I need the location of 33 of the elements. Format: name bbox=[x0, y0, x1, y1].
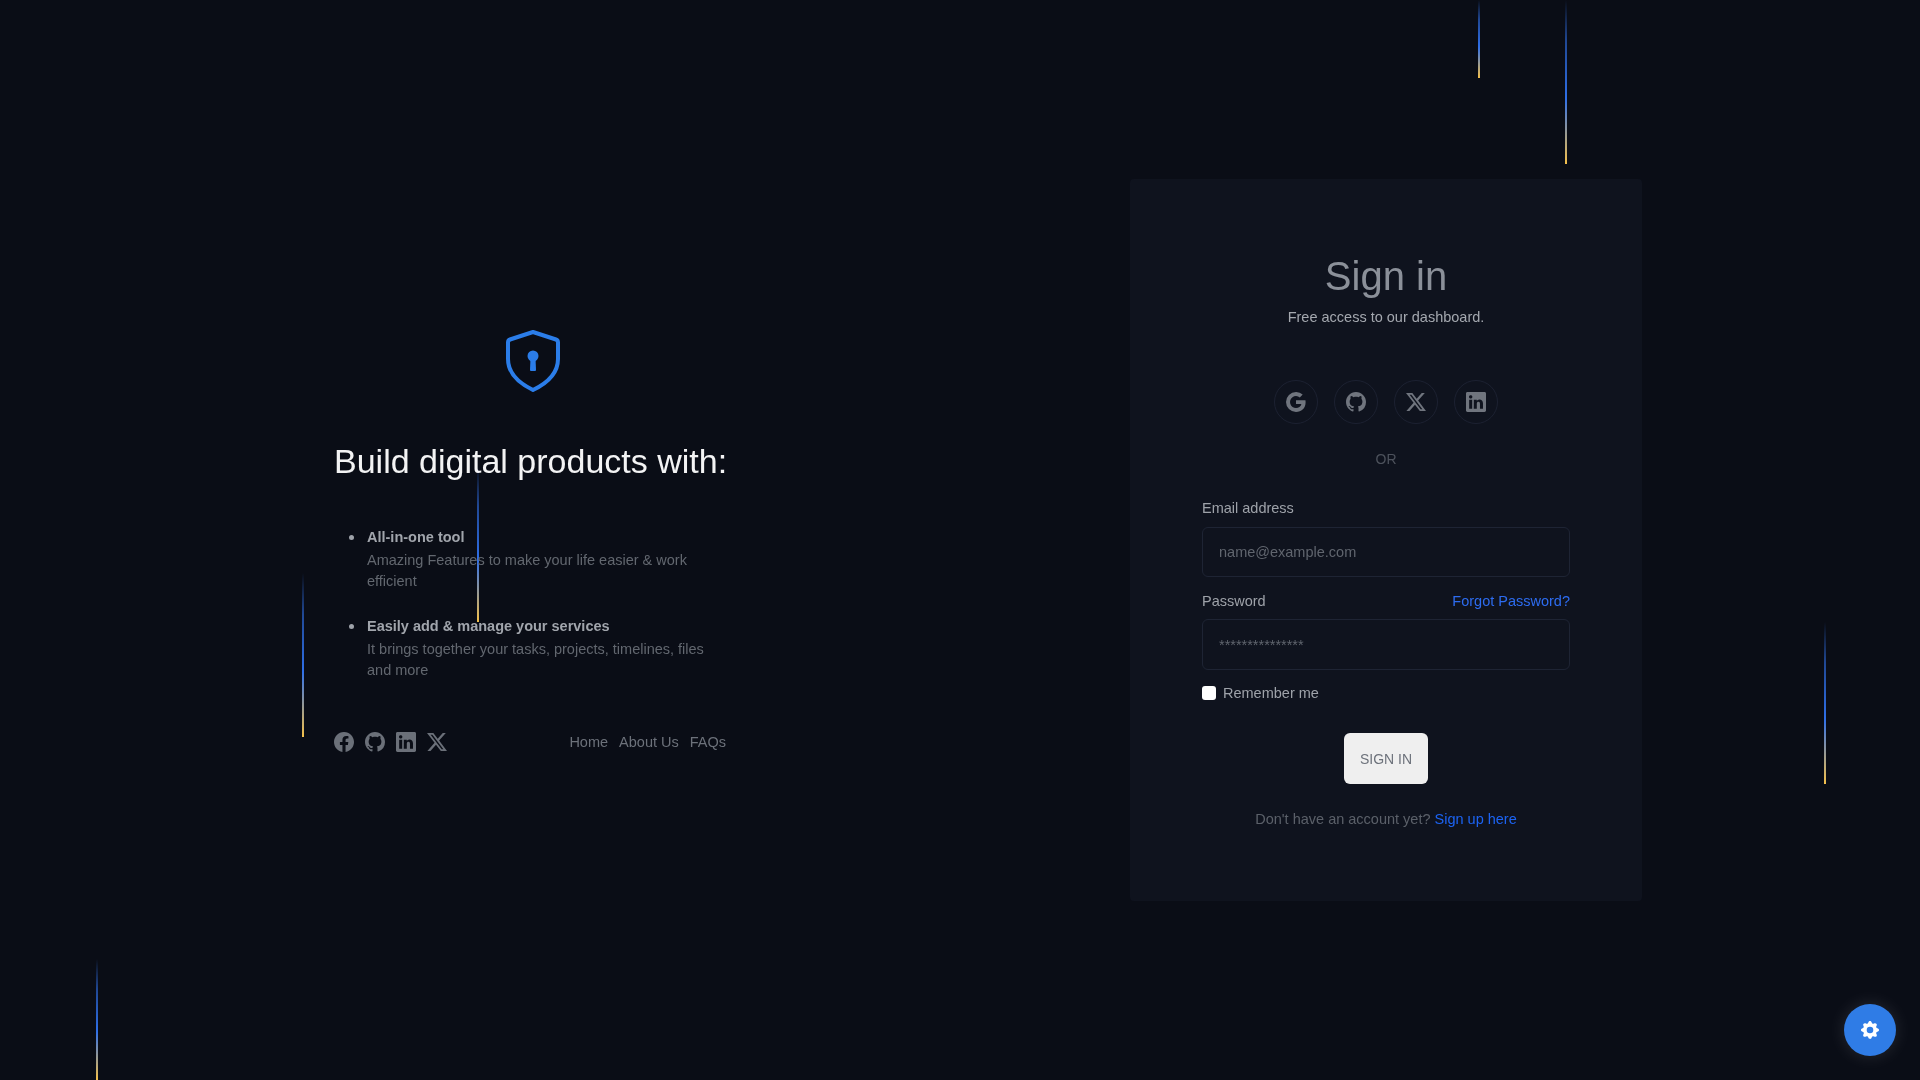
github-icon bbox=[1346, 392, 1366, 412]
bullet-icon bbox=[349, 623, 354, 629]
remember-label: Remember me bbox=[1223, 684, 1319, 703]
bullet-icon bbox=[349, 534, 354, 540]
signup-link[interactable]: Sign up here bbox=[1434, 808, 1517, 830]
x-logo-icon[interactable] bbox=[427, 731, 447, 752]
sign-in-button[interactable]: SIGN IN bbox=[1343, 733, 1429, 784]
card-title: Sign in bbox=[1323, 253, 1449, 300]
facebook-icon[interactable] bbox=[334, 731, 354, 752]
footer-link[interactable]: Home bbox=[569, 731, 609, 752]
feature-title: All-in-one tool bbox=[367, 527, 466, 547]
linkedin-icon bbox=[1466, 392, 1486, 412]
remember-checkbox[interactable] bbox=[1202, 686, 1216, 700]
footer-link[interactable]: About Us bbox=[619, 731, 679, 752]
settings-icon bbox=[1861, 1021, 1879, 1039]
feature-title: Easily add & manage your services bbox=[367, 616, 611, 636]
card-subtitle: Free access to our dashboard. bbox=[1286, 308, 1486, 327]
email-field[interactable]: name@example.com bbox=[1202, 527, 1570, 577]
x-logo-icon bbox=[1406, 392, 1426, 412]
github-icon[interactable] bbox=[365, 731, 385, 752]
footer-link[interactable]: FAQs bbox=[689, 731, 726, 752]
shield-keyhole-icon bbox=[504, 328, 561, 393]
password-field[interactable]: *************** bbox=[1202, 619, 1570, 670]
feature-description: It brings together your tasks, projects, timelines, files and more bbox=[367, 639, 705, 680]
settings-button[interactable] bbox=[1844, 1004, 1896, 1056]
headline: Build digital products with: bbox=[334, 440, 729, 481]
forgot-password-link[interactable]: Forgot Password? bbox=[1452, 590, 1570, 612]
google-icon bbox=[1286, 392, 1306, 412]
linkedin-icon[interactable] bbox=[396, 731, 416, 752]
field-label: Password bbox=[1202, 592, 1266, 611]
divider-label: OR bbox=[1374, 450, 1398, 469]
field-label: Email address bbox=[1202, 499, 1295, 518]
signup-prompt: Don't have an account yet? bbox=[1255, 810, 1431, 829]
